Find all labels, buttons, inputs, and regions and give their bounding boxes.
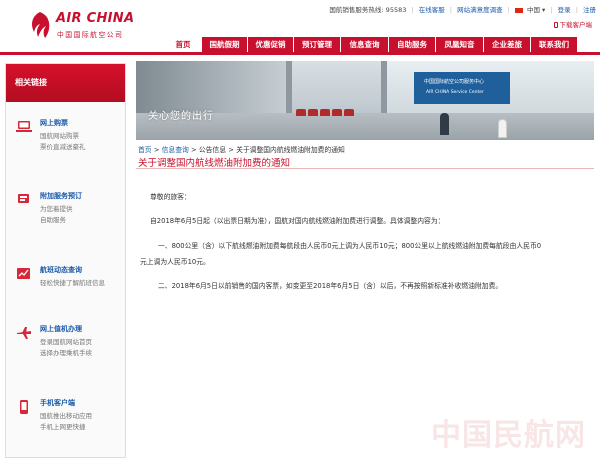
banner-tagline: 关心您的出行 [148,111,214,122]
online-consult-link[interactable]: 在线客服 [419,6,445,14]
title-divider [136,168,594,169]
seat [344,109,354,116]
plane-icon [17,327,31,339]
nav-corporate[interactable]: 企业差旅 [484,37,530,52]
seat [296,109,306,116]
sidebar-item-desc: 登录国航网站首页 [40,338,92,346]
sidebar-item-online-checkin[interactable]: 网上值机办理 登录国航网站首页 选择办理乘机手续 [6,322,125,372]
breadcrumb: 首页 > 信息查询 > 公告信息 > 关于调整国内航线燃油附加费的通知 [138,144,345,154]
top-utility-bar: 国航销售服务热线: 95583 | 在线客服 | 网站满意度调查 | 中国 ▾ … [326,4,596,14]
survey-link[interactable]: 网站满意度调查 [457,6,503,14]
divider: | [507,6,510,14]
sidebar-item-flight-status[interactable]: 航班动态查询 轻松快捷了解航班信息 [6,263,125,313]
sidebar-item-desc: 国航推出移动应用 [40,412,92,420]
service-center-sign: 中国国际航空公司服务中心 AIR CHINA Service Center [414,72,510,104]
nav-promotions[interactable]: 优惠促销 [248,37,293,52]
sidebar-item-title: 手机客户端 [40,399,75,407]
sidebar-item-desc: 国航网站购票 [40,132,79,140]
article-paragraph: 二、2018年6月5日以前销售的国内客票，如变更至2018年6月5日（含）以后，… [158,282,503,290]
sidebar-item-desc: 选择办理乘机手续 [40,349,92,357]
nav-underline [0,52,600,55]
article-greeting: 尊敬的旅客： [150,193,191,201]
logo-subtitle: 中国国际航空公司 [57,31,124,39]
sidebar-item-desc: 自助服务 [40,216,66,224]
article-paragraph: 一、800公里（含）以下航线燃油附加费每航段由人民币0元上调为人民币10元；80… [158,242,542,250]
sidebar-item-mobile-app[interactable]: 手机客户端 国航推出移动应用 手机上网更快捷 [6,396,125,446]
region-selector[interactable]: 中国 ▾ [514,6,545,14]
divider: | [411,6,414,14]
login-link[interactable]: 登录 [558,6,571,14]
laptop-icon [16,121,32,132]
breadcrumb-sep: > [226,146,237,154]
sidebar-item-online-ticket[interactable]: 网上购票 国航网站购票 票价直减送豪礼 [6,116,125,166]
breadcrumb-sep: > [151,146,162,154]
article-paragraph: 元上调为人民币10元。 [140,258,210,266]
sidebar-item-title: 附加服务预订 [40,192,82,200]
nav-home[interactable]: 首页 [165,37,201,52]
breadcrumb-info[interactable]: 信息查询 [162,146,189,154]
breadcrumb-notice[interactable]: 公告信息 [199,146,226,154]
seat [308,109,318,116]
page-title: 关于调整国内航线燃油附加费的通知 [138,158,291,169]
divider: | [550,6,553,14]
logo-text: AIR CHINA [56,11,135,26]
mobile-phone-icon [553,22,558,28]
sidebar-heading: 相关链接 [6,64,125,102]
banner-pillar [286,61,292,121]
sidebar-item-desc: 轻松快捷了解航班信息 [40,279,105,287]
breadcrumb-sep: > [188,146,199,154]
download-client-link[interactable]: 下载客户端 [553,19,592,29]
divider: | [449,6,452,14]
sign-text-cn: 中国国际航空公司服务中心 [424,79,485,85]
nav-phoenix-miles[interactable]: 凤凰知音 [436,37,483,52]
hotline-text: 国航销售服务热线: 95583 [329,6,407,14]
sidebar-item-title: 航班动态查询 [40,266,82,274]
cart-icon [18,194,29,203]
site-header: AIR CHINA 中国国际航空公司 国航销售服务热线: 95583 | 在线客… [0,0,600,52]
banner-pillar [381,61,387,121]
phone-icon [20,400,28,414]
nav-self-service[interactable]: 自助服务 [389,37,435,52]
related-links-sidebar: 相关链接 网上购票 国航网站购票 票价直减送豪礼 附加服务预订 为您着提供 自助… [5,63,126,458]
chart-icon [17,268,30,279]
article-paragraph: 自2018年6月5日起（以出票日期为准），国航对国内航线燃油附加费进行调整。具体… [150,217,445,225]
site-watermark: 中国民航网 [431,418,586,453]
sidebar-item-title: 网上值机办理 [40,325,82,333]
sidebar-item-desc: 票价直减送豪礼 [40,143,86,151]
phoenix-logo-icon [32,12,50,38]
sidebar-item-desc: 手机上网更快捷 [40,423,86,431]
breadcrumb-current: 关于调整国内航线燃油附加费的通知 [236,146,345,154]
china-flag-icon [514,7,523,13]
sign-text-en: AIR CHINA Service Center [426,90,484,95]
seat [320,109,330,116]
sidebar-item-addon-services[interactable]: 附加服务预订 为您着提供 自助服务 [6,189,125,239]
main-nav: 首页 国航假期 优惠促销 预订管理 信息查询 自助服务 凤凰知音 企业差旅 联系… [165,37,578,52]
register-link[interactable]: 注册 [583,6,596,14]
nav-contact[interactable]: 联系我们 [531,37,577,52]
traveler-figure [440,113,449,135]
nav-booking[interactable]: 预订管理 [294,37,340,52]
sidebar-item-desc: 为您着提供 [40,205,73,213]
air-china-logo[interactable]: AIR CHINA 中国国际航空公司 [26,8,136,42]
breadcrumb-home[interactable]: 首页 [138,146,152,154]
nav-info-query[interactable]: 信息查询 [341,37,388,52]
seat [332,109,342,116]
divider: | [575,6,578,14]
traveler-figure [498,119,507,138]
nav-holidays[interactable]: 国航假期 [202,37,247,52]
sidebar-item-title: 网上购票 [40,119,68,127]
service-center-banner: 中国国际航空公司服务中心 AIR CHINA Service Center 关心… [136,61,594,140]
